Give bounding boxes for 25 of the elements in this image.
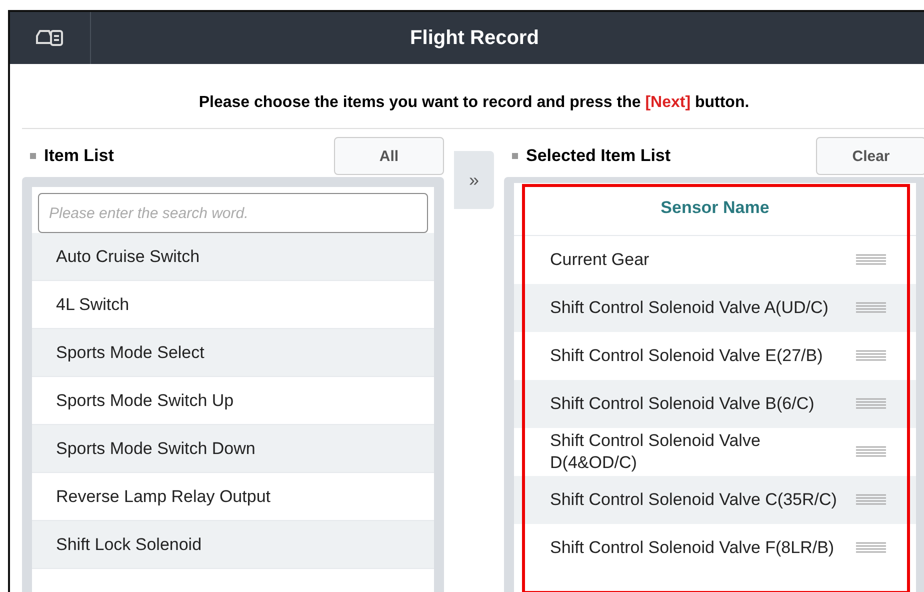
column-header: Sensor Name: [514, 183, 916, 236]
list-item[interactable]: Auto Cruise Switch: [32, 233, 434, 281]
clear-button[interactable]: Clear: [816, 137, 924, 175]
list-item[interactable]: Shift Control Solenoid Valve E(27/B): [550, 345, 840, 367]
window-title: Flight Record: [409, 26, 540, 50]
list-item[interactable]: Sports Mode Select: [32, 329, 434, 377]
panel-title: Item List: [22, 146, 114, 166]
add-button[interactable]: »: [454, 151, 494, 209]
panel-title: Selected Item List: [504, 146, 671, 166]
list-item[interactable]: Sports Mode Switch Down: [32, 425, 434, 473]
drag-handle-icon[interactable]: [856, 254, 886, 266]
drag-handle-icon[interactable]: [856, 542, 886, 554]
list-item[interactable]: Shift Control Solenoid Valve D(4&OD/C): [550, 430, 840, 474]
list-item[interactable]: Shift Lock Solenoid: [32, 521, 434, 569]
all-button[interactable]: All: [334, 137, 444, 175]
drag-handle-icon[interactable]: [856, 350, 886, 362]
car-document-icon[interactable]: [35, 28, 65, 48]
instruction-text: Please choose the items you want to record and press the [Next] button.: [22, 64, 924, 129]
drag-handle-icon[interactable]: [856, 494, 886, 506]
search-field[interactable]: Please enter the search word.: [38, 193, 428, 233]
drag-handle-icon[interactable]: [856, 302, 886, 314]
list-item[interactable]: Current Gear: [550, 249, 840, 271]
drag-handle-icon[interactable]: [856, 398, 886, 410]
drag-handle-icon[interactable]: [856, 446, 886, 458]
list-item[interactable]: Shift Control Solenoid Valve F(8LR/B): [550, 537, 840, 559]
